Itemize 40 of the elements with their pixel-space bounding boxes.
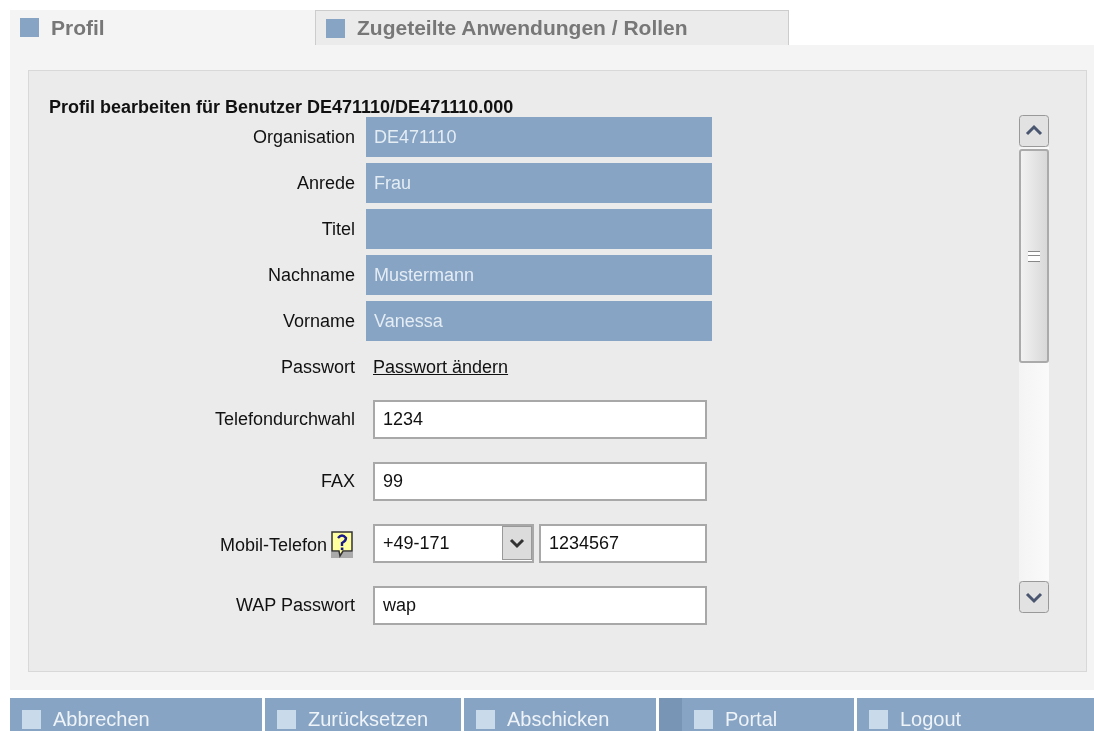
input-field[interactable]: 99 xyxy=(373,461,707,501)
field-label: WAP Passwort xyxy=(235,594,355,616)
square-icon xyxy=(277,710,296,729)
prefix-dropdown[interactable]: +49-171 xyxy=(373,523,534,563)
field-label: Passwort xyxy=(280,356,355,378)
help-icon[interactable] xyxy=(329,530,355,560)
readonly-field: DE471110 xyxy=(366,117,712,157)
square-icon xyxy=(476,710,495,729)
form-heading: Profil bearbeiten für Benutzer DE471110/DE471110.000 xyxy=(49,97,515,117)
square-icon xyxy=(326,18,345,38)
field-label: Organisation xyxy=(252,126,355,148)
readonly-field: Vanessa xyxy=(366,301,712,341)
toolbar-button[interactable]: Logout xyxy=(857,698,1083,731)
field-label: Nachname xyxy=(267,264,355,286)
field-label: Mobil-Telefon xyxy=(219,535,327,556)
toolbar-button[interactable]: Portal xyxy=(682,698,857,731)
readonly-field: Frau xyxy=(366,163,712,203)
square-icon xyxy=(22,710,41,729)
scrollbar[interactable] xyxy=(1019,115,1049,615)
scroll-thumb[interactable] xyxy=(1019,149,1049,363)
toolbar-button[interactable]: Abbrechen xyxy=(10,698,265,731)
input-field[interactable]: 1234 xyxy=(373,399,707,439)
field-label: Anrede xyxy=(296,172,355,194)
square-icon xyxy=(869,710,888,729)
tab[interactable]: Profil xyxy=(10,10,315,45)
readonly-field: Mustermann xyxy=(366,255,712,295)
scroll-up-icon[interactable] xyxy=(1019,115,1049,147)
input-field[interactable]: 1234567 xyxy=(539,523,707,563)
toolbar-separator xyxy=(659,698,682,731)
field-label: Titel xyxy=(321,218,355,240)
field-label: Telefondurchwahl xyxy=(214,408,355,430)
input-field[interactable]: wap xyxy=(373,585,707,625)
scroll-down-icon[interactable] xyxy=(1019,581,1049,613)
toolbar-button[interactable]: Zurücksetzen xyxy=(265,698,464,731)
field-label: FAX xyxy=(321,470,355,492)
square-icon xyxy=(20,18,39,37)
field-label: Vorname xyxy=(282,310,355,332)
change-password-link[interactable]: Passwort ändern xyxy=(373,356,509,378)
tab[interactable]: Zugeteilte Anwendungen / Rollen xyxy=(315,10,789,45)
square-icon xyxy=(694,710,713,729)
